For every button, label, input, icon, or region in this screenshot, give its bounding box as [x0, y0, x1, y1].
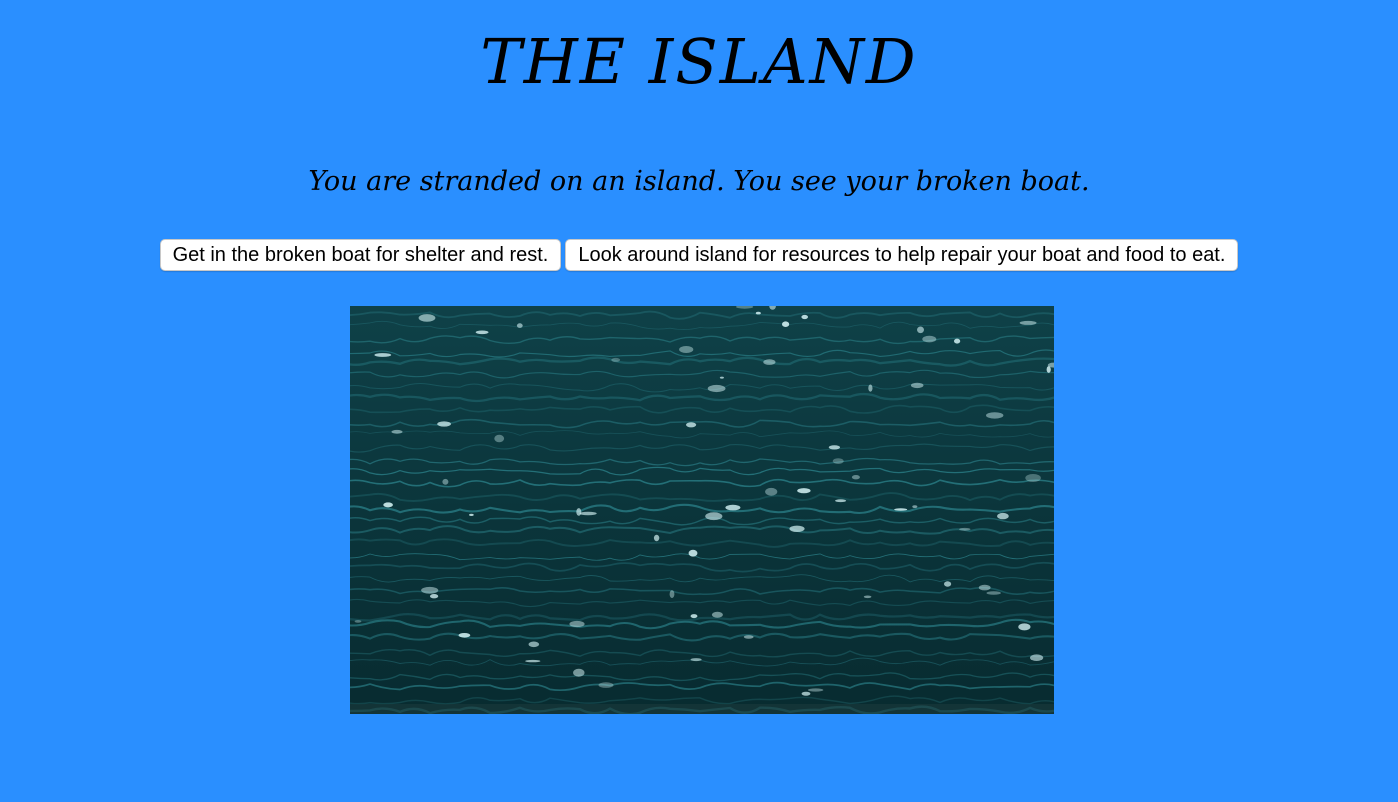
choice-explore-button[interactable]: Look around island for resources to help…	[565, 239, 1239, 271]
foam-spot	[917, 326, 924, 334]
foam-spot	[922, 335, 937, 343]
foam-spot	[383, 502, 393, 508]
foam-spot	[1030, 654, 1044, 661]
foam-spot	[765, 487, 778, 496]
foam-spot	[910, 382, 924, 389]
choice-shelter-button[interactable]: Get in the broken boat for shelter and r…	[159, 239, 562, 271]
foam-spot	[669, 590, 675, 598]
foam-spot	[959, 527, 971, 531]
game-title: THE ISLAND	[480, 25, 918, 98]
foam-spot	[828, 445, 841, 450]
foam-spot	[763, 359, 776, 365]
foam-spot	[725, 504, 741, 511]
foam-spot	[707, 384, 726, 393]
foam-spot	[912, 505, 918, 508]
foam-spot	[997, 512, 1009, 520]
foam-spot	[516, 323, 523, 328]
foam-spot	[711, 611, 723, 618]
foam-spot	[421, 586, 439, 594]
foam-spot	[391, 429, 403, 434]
foam-spot	[690, 614, 698, 619]
foam-spot	[1046, 366, 1051, 373]
foam-spot	[686, 422, 697, 428]
foam-spot	[573, 668, 585, 677]
foam-spot	[894, 508, 908, 511]
foam-spot	[442, 478, 449, 485]
foam-spot	[782, 321, 790, 327]
choice-buttons: Get in the broken boat for shelter and r…	[0, 239, 1398, 271]
foam-spot	[430, 594, 439, 599]
foam-spot	[679, 346, 694, 353]
foam-spot	[653, 534, 660, 542]
foam-spot	[743, 635, 754, 639]
foam-spot	[579, 511, 597, 516]
foam-spot	[954, 338, 961, 344]
foam-spot	[755, 311, 761, 315]
foam-spot	[851, 475, 860, 480]
foam-spot	[705, 512, 723, 521]
foam-spot	[1025, 474, 1041, 482]
foam-spot	[797, 488, 811, 494]
foam-spot	[978, 584, 991, 591]
foam-spot	[986, 591, 1001, 595]
foam-spot	[719, 376, 724, 379]
foam-spot	[569, 620, 585, 628]
foam-spot	[944, 581, 952, 587]
foam-spot	[688, 549, 698, 557]
ocean-waves-image	[350, 306, 1054, 714]
foam-spot	[863, 595, 872, 599]
foam-spot	[835, 499, 847, 503]
foam-spot	[576, 508, 582, 516]
foam-spot	[418, 314, 436, 322]
foam-spot	[807, 688, 824, 692]
foam-spot	[494, 434, 505, 443]
foam-spot	[598, 682, 614, 688]
foam-spot	[528, 641, 540, 648]
foam-spot	[832, 458, 844, 464]
foam-spot	[469, 513, 474, 516]
foam-spot	[801, 691, 811, 696]
foam-spot	[354, 620, 362, 623]
foam-spot	[525, 659, 541, 663]
story-text: You are stranded on an island. You see y…	[308, 166, 1090, 197]
foam-spot	[475, 330, 489, 335]
foam-spot	[437, 421, 451, 427]
foam-spot	[374, 353, 392, 357]
foam-spot	[1018, 623, 1031, 631]
foam-spot	[458, 633, 471, 638]
foam-spot	[789, 525, 805, 532]
foam-spot	[868, 384, 873, 392]
foam-spot	[801, 314, 808, 320]
foam-spot	[611, 357, 621, 362]
foam-spot	[986, 412, 1004, 419]
foam-spot	[690, 658, 702, 662]
foam-spot	[1019, 320, 1037, 325]
